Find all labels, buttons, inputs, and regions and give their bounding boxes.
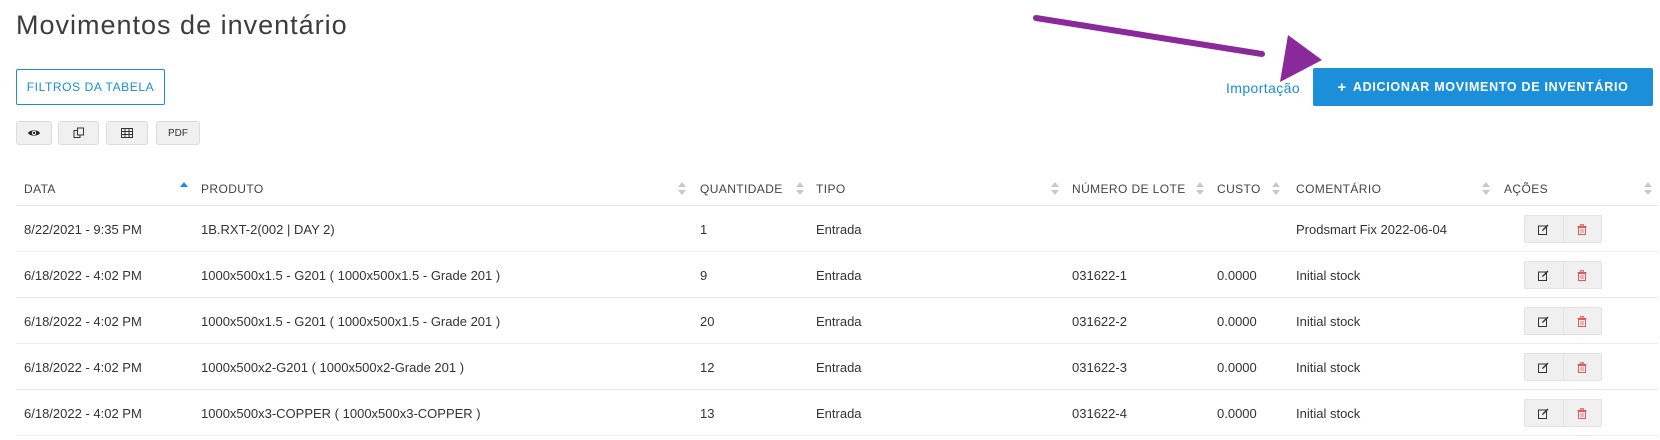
- table-row: 6/18/2022 - 4:02 PM 1000x500x3-COPPER ( 1…: [16, 390, 1658, 436]
- sort-icon[interactable]: [1196, 182, 1204, 196]
- sort-icon[interactable]: [678, 182, 686, 196]
- column-header-date[interactable]: DATA: [24, 172, 56, 206]
- edit-icon: [1538, 362, 1549, 373]
- plus-icon: +: [1337, 78, 1347, 96]
- cell-cost: 0.0000: [1217, 313, 1257, 329]
- table-body: 8/22/2021 - 9:35 PM 1B.RXT-2(002 | DAY 2)…: [16, 206, 1658, 436]
- trash-icon: [1577, 269, 1587, 281]
- cell-type: Entrada: [816, 221, 862, 237]
- cell-quantity: 13: [700, 405, 715, 421]
- sort-icon[interactable]: [1272, 182, 1280, 196]
- cell-comment: Initial stock: [1296, 359, 1361, 375]
- sort-icon[interactable]: [796, 182, 804, 196]
- column-header-quantity[interactable]: QUANTIDADE: [700, 172, 783, 206]
- row-actions: [1524, 215, 1602, 243]
- table-filters-button[interactable]: FILTROS DA TABELA: [16, 69, 165, 105]
- table-row: 6/18/2022 - 4:02 PM 1000x500x2-G201 ( 100…: [16, 344, 1658, 390]
- edit-icon: [1538, 224, 1549, 235]
- edit-button[interactable]: [1524, 399, 1564, 427]
- sort-icon[interactable]: [1482, 182, 1490, 196]
- cell-comment: Initial stock: [1296, 405, 1361, 421]
- cell-quantity: 9: [700, 267, 708, 283]
- edit-button[interactable]: [1524, 261, 1564, 289]
- cell-lot-number: 031622-1: [1072, 267, 1127, 283]
- cell-quantity: 1: [700, 221, 708, 237]
- cell-type: Entrada: [816, 313, 862, 329]
- spreadsheet-icon: [121, 128, 133, 138]
- column-header-comment[interactable]: COMENTÁRIO: [1296, 172, 1381, 206]
- row-actions: [1524, 307, 1602, 335]
- edit-icon: [1538, 408, 1549, 419]
- cell-comment: Initial stock: [1296, 313, 1361, 329]
- table-row: 6/18/2022 - 4:02 PM 1000x500x1.5 - G201 (…: [16, 298, 1658, 344]
- cell-date: 8/22/2021 - 9:35 PM: [24, 221, 142, 237]
- delete-button[interactable]: [1563, 353, 1602, 381]
- cell-product: 1000x500x1.5 - G201 ( 1000x500x1.5 - Gra…: [201, 267, 501, 283]
- edit-button[interactable]: [1524, 307, 1564, 335]
- cell-lot-number: 031622-4: [1072, 405, 1127, 421]
- excel-export-button[interactable]: [106, 121, 148, 145]
- cell-type: Entrada: [816, 359, 862, 375]
- delete-button[interactable]: [1563, 399, 1602, 427]
- column-header-lot-number[interactable]: NÚMERO DE LOTE: [1072, 172, 1186, 206]
- edit-button[interactable]: [1524, 215, 1564, 243]
- add-inventory-movement-label: ADICIONAR MOVIMENTO DE INVENTÁRIO: [1352, 80, 1629, 94]
- cell-comment: Prodsmart Fix 2022-06-04: [1296, 221, 1448, 237]
- row-actions: [1524, 399, 1602, 427]
- trash-icon: [1577, 407, 1587, 419]
- sort-icon[interactable]: [1051, 182, 1059, 196]
- cell-comment: Initial stock: [1296, 267, 1361, 283]
- cell-cost: 0.0000: [1217, 405, 1257, 421]
- column-header-actions: AÇÕES: [1504, 182, 1549, 196]
- row-actions: [1524, 261, 1602, 289]
- cell-product: 1000x500x3-COPPER ( 1000x500x3-COPPER ): [201, 405, 481, 421]
- column-header-product[interactable]: PRODUTO: [201, 172, 264, 206]
- cell-product: 1B.RXT-2(002 | DAY 2): [201, 221, 335, 237]
- delete-button[interactable]: [1563, 215, 1602, 243]
- cell-product: 1000x500x2-G201 ( 1000x500x2-Grade 201 ): [201, 359, 465, 375]
- cell-date: 6/18/2022 - 4:02 PM: [24, 267, 142, 283]
- inventory-movements-table: DATA PRODUTO QUANTIDADE TIPO NÚMERO DE L…: [16, 172, 1658, 436]
- cell-lot-number: 031622-2: [1072, 313, 1127, 329]
- cell-date: 6/18/2022 - 4:02 PM: [24, 313, 142, 329]
- trash-icon: [1577, 315, 1587, 327]
- table-row: 6/18/2022 - 4:02 PM 1000x500x1.5 - G201 (…: [16, 252, 1658, 298]
- cell-type: Entrada: [816, 405, 862, 421]
- cell-lot-number: 031622-3: [1072, 359, 1127, 375]
- cell-cost: 0.0000: [1217, 359, 1257, 375]
- sort-icon: [1644, 182, 1652, 196]
- trash-icon: [1577, 361, 1587, 373]
- cell-date: 6/18/2022 - 4:02 PM: [24, 405, 142, 421]
- row-actions: [1524, 353, 1602, 381]
- table-row: 8/22/2021 - 9:35 PM 1B.RXT-2(002 | DAY 2)…: [16, 206, 1658, 252]
- delete-button[interactable]: [1563, 307, 1602, 335]
- pdf-export-button[interactable]: PDF: [156, 121, 200, 145]
- cell-quantity: 12: [700, 359, 715, 375]
- column-visibility-button[interactable]: [16, 121, 52, 145]
- cell-cost: 0.0000: [1217, 267, 1257, 283]
- cell-type: Entrada: [816, 267, 862, 283]
- add-inventory-movement-button[interactable]: + ADICIONAR MOVIMENTO DE INVENTÁRIO: [1313, 68, 1653, 106]
- edit-icon: [1538, 270, 1549, 281]
- column-header-cost[interactable]: CUSTO: [1217, 172, 1261, 206]
- table-header: DATA PRODUTO QUANTIDADE TIPO NÚMERO DE L…: [16, 172, 1658, 206]
- column-header-type[interactable]: TIPO: [816, 172, 846, 206]
- import-link[interactable]: Importação: [1226, 80, 1300, 96]
- delete-button[interactable]: [1563, 261, 1602, 289]
- copy-button[interactable]: [58, 121, 99, 145]
- page-title: Movimentos de inventário: [16, 10, 348, 40]
- edit-icon: [1538, 316, 1549, 327]
- cell-quantity: 20: [700, 313, 715, 329]
- sort-ascending-icon[interactable]: [180, 182, 188, 196]
- eye-icon: [28, 130, 40, 136]
- edit-button[interactable]: [1524, 353, 1564, 381]
- copy-icon: [73, 127, 84, 138]
- cell-product: 1000x500x1.5 - G201 ( 1000x500x1.5 - Gra…: [201, 313, 501, 329]
- trash-icon: [1577, 223, 1587, 235]
- cell-date: 6/18/2022 - 4:02 PM: [24, 359, 142, 375]
